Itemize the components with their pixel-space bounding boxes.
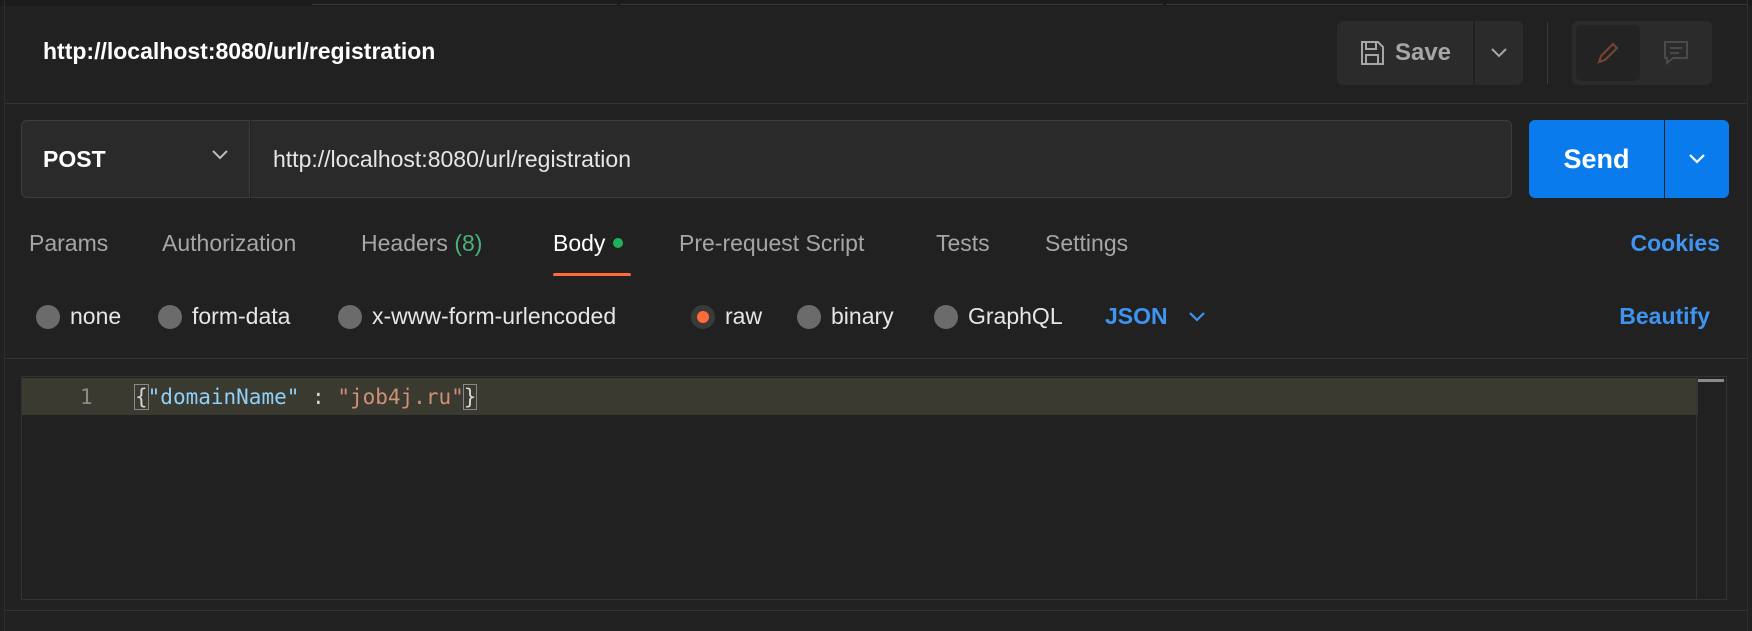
json-key: "domainName" xyxy=(147,385,300,409)
radio-x-www-form-urlencoded[interactable]: x-www-form-urlencoded xyxy=(338,303,616,330)
comments-button[interactable] xyxy=(1644,25,1708,81)
body-status-dot xyxy=(613,237,624,248)
tab-pre-request-script[interactable]: Pre-request Script xyxy=(679,230,864,257)
tab-settings[interactable]: Settings xyxy=(1045,230,1128,257)
radio-label: raw xyxy=(725,303,763,329)
radio-graphql[interactable]: GraphQL xyxy=(934,303,1063,330)
url-input[interactable] xyxy=(251,120,1512,198)
code-line[interactable]: {"domainName" : "job4j.ru"} xyxy=(134,384,478,410)
radio-circle xyxy=(338,304,362,329)
tab-label: Params xyxy=(29,230,109,256)
beautify-button[interactable]: Beautify xyxy=(1619,303,1710,330)
save-button-group: Save xyxy=(1337,21,1523,85)
view-mode-toggle xyxy=(1572,21,1712,85)
radio-raw[interactable]: raw xyxy=(691,303,762,330)
chevron-down-icon xyxy=(1188,311,1205,322)
radio-circle-selected xyxy=(691,304,715,329)
header-divider xyxy=(5,103,1747,104)
editor-scrollbar[interactable] xyxy=(1696,377,1726,599)
tab-tests[interactable]: Tests xyxy=(936,230,990,257)
chevron-down-icon xyxy=(212,150,228,160)
bottom-divider xyxy=(5,610,1747,611)
edit-mode-button[interactable] xyxy=(1576,25,1640,81)
close-brace: } xyxy=(462,384,478,410)
chevron-down-icon xyxy=(1491,48,1507,58)
open-brace: { xyxy=(134,384,149,410)
tab-body[interactable]: Body xyxy=(553,230,624,257)
radio-label: form-data xyxy=(192,303,291,329)
radio-label: none xyxy=(70,303,122,329)
tab-label: Body xyxy=(553,230,606,256)
toolbar-divider xyxy=(1547,22,1548,84)
request-title[interactable]: http://localhost:8080/url/registration xyxy=(43,38,435,65)
json-separator: : xyxy=(299,385,338,409)
tab-headers[interactable]: Headers (8) xyxy=(361,230,482,257)
headers-count: (8) xyxy=(454,230,483,256)
radio-label: binary xyxy=(831,303,894,329)
tab-label: Pre-request Script xyxy=(679,230,865,256)
body-editor[interactable]: 1 {"domainName" : "job4j.ru"} xyxy=(21,376,1727,600)
body-format-label: JSON xyxy=(1105,303,1168,329)
radio-label: x-www-form-urlencoded xyxy=(372,303,617,329)
json-value: "job4j.ru" xyxy=(337,385,464,409)
save-button[interactable]: Save xyxy=(1337,21,1473,85)
radio-circle xyxy=(36,304,60,329)
radio-binary[interactable]: binary xyxy=(797,303,894,330)
send-options-button[interactable] xyxy=(1665,120,1729,198)
radio-form-data[interactable]: form-data xyxy=(158,303,290,330)
pencil-icon xyxy=(1597,42,1619,64)
radio-circle xyxy=(797,304,821,329)
body-format-select[interactable]: JSON xyxy=(1105,303,1206,330)
tab-label: Tests xyxy=(936,230,990,256)
save-icon xyxy=(1360,41,1384,65)
save-label: Save xyxy=(1394,39,1452,66)
send-button[interactable]: Send xyxy=(1529,120,1664,198)
send-button-group: Send xyxy=(1529,120,1729,198)
chevron-down-icon xyxy=(1689,154,1705,164)
active-tab-indicator xyxy=(553,273,631,276)
radio-circle xyxy=(158,304,182,329)
radio-none[interactable]: none xyxy=(36,303,121,330)
tab-label: Settings xyxy=(1045,230,1129,256)
tab-label: Headers xyxy=(361,230,448,256)
method-label: POST xyxy=(43,145,106,172)
tab-authorization[interactable]: Authorization xyxy=(162,230,296,257)
tab-label: Authorization xyxy=(162,230,297,256)
tab-params[interactable]: Params xyxy=(29,230,108,257)
comment-icon xyxy=(1664,41,1688,66)
options-divider xyxy=(5,358,1747,359)
method-select[interactable]: POST xyxy=(21,120,250,198)
save-options-button[interactable] xyxy=(1475,21,1523,85)
radio-circle xyxy=(934,304,958,329)
line-number: 1 xyxy=(80,385,93,409)
radio-label: GraphQL xyxy=(968,303,1063,329)
scrollbar-thumb[interactable] xyxy=(1698,379,1724,382)
cookies-link[interactable]: Cookies xyxy=(1631,230,1720,257)
